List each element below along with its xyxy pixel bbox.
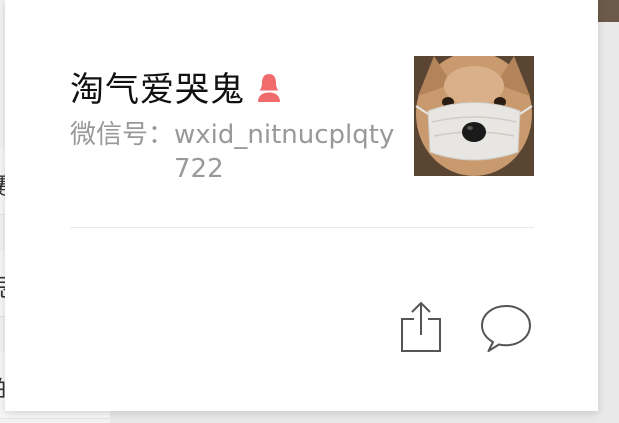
share-button[interactable] — [399, 299, 443, 355]
wechat-id-row: 微信号： wxid_nitnucplqty722 — [70, 118, 400, 186]
avatar-image — [414, 56, 534, 176]
avatar[interactable] — [414, 56, 534, 176]
profile-card: 淘气爱哭鬼 微信号： wxid_nitnucplqty722 — [5, 0, 598, 411]
wechat-id-label: 微信号： — [70, 120, 175, 150]
divider — [70, 227, 534, 228]
background-image-fragment — [597, 0, 619, 22]
message-button[interactable] — [479, 303, 533, 355]
female-user-icon — [255, 71, 283, 103]
nickname: 淘气爱哭鬼 — [70, 70, 245, 110]
nickname-row: 淘气爱哭鬼 — [70, 62, 283, 111]
chat-bubble-icon — [481, 305, 531, 352]
share-icon — [401, 301, 441, 352]
wechat-id-value: wxid_nitnucplqty722 — [174, 120, 395, 184]
